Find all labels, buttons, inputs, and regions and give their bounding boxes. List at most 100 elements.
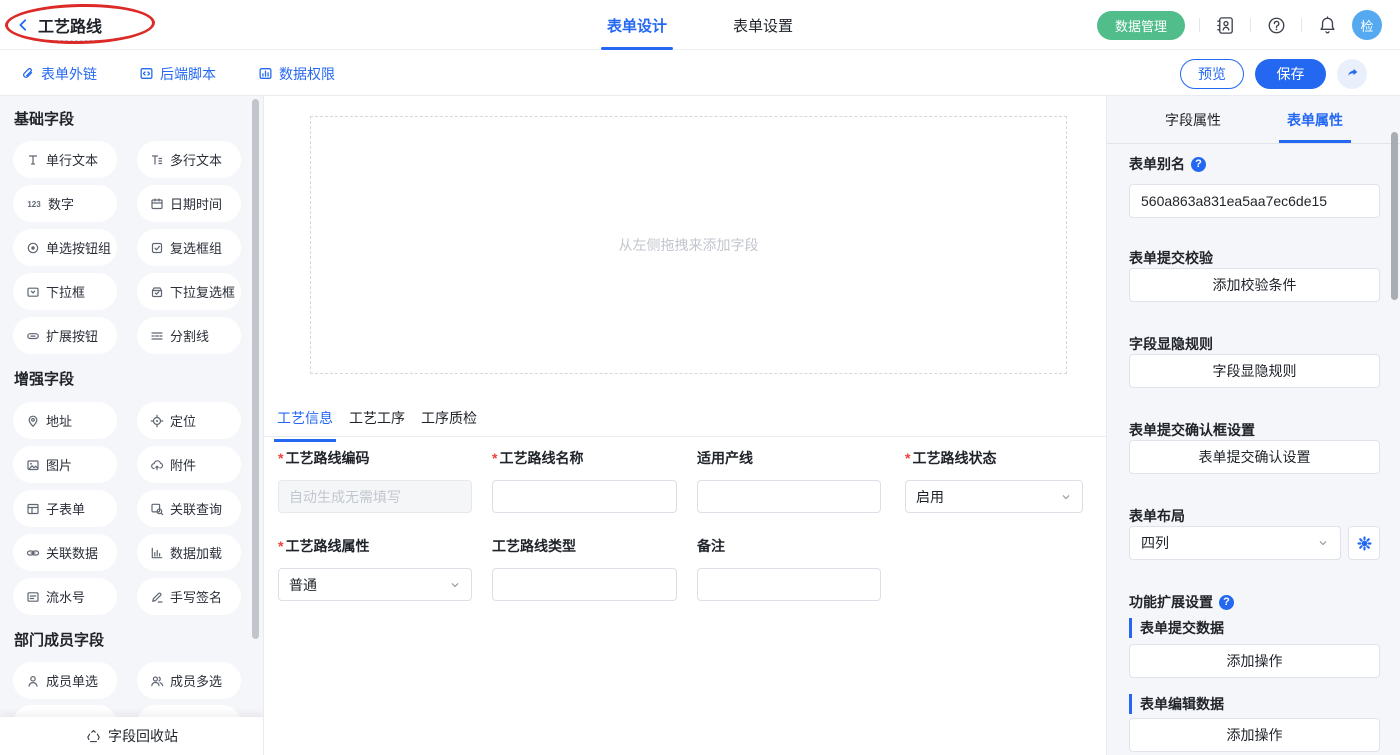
chevron-down-icon	[1060, 491, 1072, 503]
subform-icon	[26, 502, 40, 516]
field-pill-linked-query[interactable]: 关联查询	[137, 490, 241, 527]
help-icon[interactable]: ?	[1191, 157, 1206, 172]
field-pill-multi-line-text[interactable]: 多行文本	[137, 141, 241, 178]
submit-confirm-label: 表单提交确认框设置	[1129, 420, 1255, 440]
add-validation-button[interactable]: 添加校验条件	[1129, 268, 1380, 302]
field-pill-multi-select[interactable]: 下拉复选框	[137, 273, 241, 310]
tab-form-design[interactable]: 表单设计	[601, 0, 673, 50]
form-canvas: 从左侧拖拽来添加字段 工艺信息 工艺工序 工序质检 *工艺路线编码 *工艺路线名…	[264, 96, 1106, 755]
datetime-icon	[150, 197, 164, 211]
signature-icon	[150, 590, 164, 604]
attachment-icon	[150, 458, 164, 472]
recycle-icon	[86, 729, 101, 744]
section-title-basic-fields: 基础字段	[14, 108, 74, 129]
form-layout-label: 表单布局	[1129, 506, 1185, 526]
field-remark: 备注	[697, 536, 881, 601]
top-header: 工艺路线 表单设计 表单设置 数据管理 检	[0, 0, 1400, 50]
layout-settings-button[interactable]	[1348, 526, 1380, 560]
route-attribute-select[interactable]: 普通	[278, 568, 472, 601]
share-button[interactable]	[1337, 59, 1367, 89]
member-multi-icon	[150, 674, 164, 688]
field-pill-serial-number[interactable]: 流水号	[13, 578, 117, 615]
form-alias-input[interactable]	[1129, 184, 1380, 218]
preview-button[interactable]: 预览	[1180, 59, 1244, 89]
submit-confirm-button[interactable]: 表单提交确认设置	[1129, 440, 1380, 474]
field-pill-checkbox-group[interactable]: 复选框组	[137, 229, 241, 266]
help-icon[interactable]: ?	[1219, 595, 1234, 610]
form-layout-select[interactable]: 四列	[1129, 526, 1341, 560]
backend-script-action[interactable]: 后端脚本	[139, 64, 216, 84]
edit-data-add-action-button[interactable]: 添加操作	[1129, 718, 1380, 752]
submit-data-group-label: 表单提交数据	[1129, 618, 1224, 638]
field-pill-radio-group[interactable]: 单选按钮组	[13, 229, 117, 266]
location-icon	[150, 414, 164, 428]
field-pill-data-load[interactable]: 数据加载	[137, 534, 241, 571]
user-avatar[interactable]: 检	[1352, 10, 1382, 40]
bell-icon[interactable]	[1316, 14, 1338, 36]
field-palette-sidebar: 基础字段 单行文本 多行文本 123 数字 日期时间 单选按钮组 复选框组 下拉…	[0, 96, 264, 755]
field-pill-attachment[interactable]: 附件	[137, 446, 241, 483]
field-pill-number[interactable]: 123 数字	[13, 185, 117, 222]
tab-form-settings[interactable]: 表单设置	[727, 0, 799, 50]
number-icon: 123	[26, 197, 42, 211]
field-pill-select[interactable]: 下拉框	[13, 273, 117, 310]
properties-tabs: 字段属性 表单属性	[1107, 96, 1400, 144]
page-title: 工艺路线	[38, 13, 102, 37]
form-toolbar: 表单外链 后端脚本 数据权限 预览 保存	[0, 51, 1400, 96]
route-code-input[interactable]	[278, 480, 472, 513]
divider	[1250, 18, 1251, 32]
section-title-member-fields: 部门成员字段	[14, 629, 104, 650]
linked-data-icon	[26, 546, 40, 560]
field-pill-member-multi[interactable]: 成员多选	[137, 662, 241, 699]
contacts-icon[interactable]	[1214, 14, 1236, 36]
address-icon	[26, 414, 40, 428]
field-pill-single-line-text[interactable]: 单行文本	[13, 141, 117, 178]
serial-number-icon	[26, 590, 40, 604]
field-recycle-bin[interactable]: 字段回收站	[0, 717, 264, 755]
external-link-action[interactable]: 表单外链	[20, 64, 97, 84]
field-visibility-button[interactable]: 字段显隐规则	[1129, 354, 1380, 388]
field-pill-location[interactable]: 定位	[137, 402, 241, 439]
submit-data-add-action-button[interactable]: 添加操作	[1129, 644, 1380, 678]
header-tabs: 表单设计 表单设置	[601, 0, 799, 50]
gear-icon	[1357, 536, 1372, 551]
help-icon[interactable]	[1265, 14, 1287, 36]
multi-select-icon	[150, 285, 164, 299]
field-pill-divider[interactable]: 分割线	[137, 317, 241, 354]
script-icon	[139, 66, 154, 81]
field-pill-image[interactable]: 图片	[13, 446, 117, 483]
multi-line-text-icon	[150, 153, 164, 167]
back-button[interactable]: 工艺路线	[16, 0, 102, 50]
divider	[1199, 18, 1200, 32]
field-pill-member-single[interactable]: 成员单选	[13, 662, 117, 699]
route-type-input[interactable]	[492, 568, 677, 601]
properties-panel: 字段属性 表单属性 表单别名 ? 表单提交校验 添加校验条件 字段显隐规则 字段…	[1106, 96, 1400, 755]
field-pill-subform[interactable]: 子表单	[13, 490, 117, 527]
field-pill-signature[interactable]: 手写签名	[137, 578, 241, 615]
data-permission-icon	[258, 66, 273, 81]
image-icon	[26, 458, 40, 472]
route-status-select[interactable]: 启用	[905, 480, 1083, 513]
field-visibility-label: 字段显隐规则	[1129, 334, 1213, 354]
properties-scrollbar[interactable]	[1391, 132, 1398, 300]
link-icon	[20, 66, 35, 81]
back-chevron-icon	[16, 18, 30, 32]
divider	[1301, 18, 1302, 32]
field-pill-extend-button[interactable]: 扩展按钮	[13, 317, 117, 354]
field-pill-datetime[interactable]: 日期时间	[137, 185, 241, 222]
field-pill-address[interactable]: 地址	[13, 402, 117, 439]
route-name-input[interactable]	[492, 480, 677, 513]
data-load-icon	[150, 546, 164, 560]
field-pill-linked-data[interactable]: 关联数据	[13, 534, 117, 571]
title-editable-underline	[36, 40, 102, 41]
applicable-line-input[interactable]	[697, 480, 881, 513]
app-root: 工艺路线 表单设计 表单设置 数据管理 检	[0, 0, 1400, 755]
tab-form-properties[interactable]: 表单属性	[1283, 96, 1347, 143]
data-permission-action[interactable]: 数据权限	[258, 64, 335, 84]
canvas-dropzone[interactable]: 从左侧拖拽来添加字段	[310, 116, 1067, 374]
sidebar-scrollbar[interactable]	[252, 99, 259, 639]
data-manage-button[interactable]: 数据管理	[1097, 11, 1185, 40]
save-button[interactable]: 保存	[1255, 59, 1326, 89]
remark-input[interactable]	[697, 568, 881, 601]
tab-field-properties[interactable]: 字段属性	[1161, 96, 1225, 143]
